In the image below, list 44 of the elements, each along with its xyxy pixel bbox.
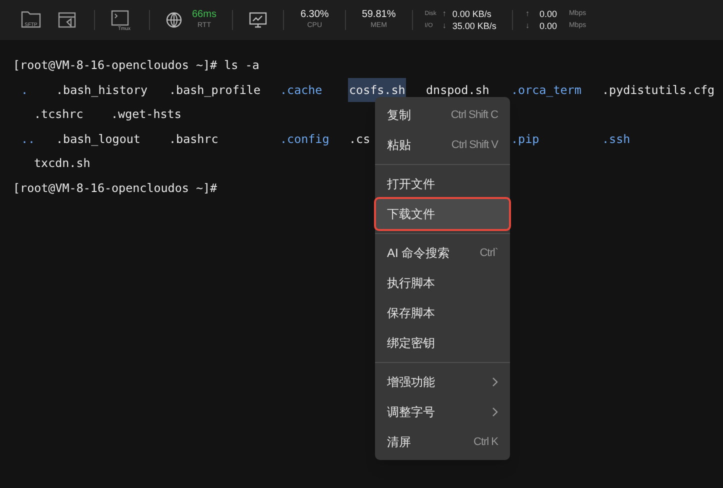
- up-arrow: ↑: [442, 8, 446, 20]
- file-name: .bash_history: [55, 82, 148, 99]
- mem-value: 59.81%: [362, 9, 396, 20]
- file-name: .tcshrc: [33, 106, 84, 124]
- directory-name: .ssh: [601, 130, 632, 148]
- disk-read-value: 0.00 KB/s: [452, 8, 492, 20]
- menu-item[interactable]: 执行脚本: [376, 268, 509, 298]
- file-name: .bash_logout: [55, 130, 142, 148]
- menu-item[interactable]: 打开文件: [376, 169, 509, 199]
- file-name: .bash_profile: [168, 82, 262, 99]
- menu-item[interactable]: 复制 Ctrl Shift C: [376, 100, 509, 130]
- menu-item[interactable]: 下载文件: [376, 199, 509, 229]
- file-name: txcdn.sh: [33, 155, 92, 172]
- directory-name: .config: [279, 130, 330, 148]
- monitor-chart-icon[interactable]: [249, 12, 268, 28]
- download-value: 0.00: [539, 20, 557, 32]
- down-arrow: ↓: [525, 20, 530, 32]
- file-name: .bashrc: [168, 130, 220, 148]
- file-name: dnspod.sh: [425, 82, 490, 99]
- menu-item[interactable]: 增强功能: [376, 367, 509, 397]
- down-arrow: ↓: [442, 20, 446, 32]
- directory-name: .: [20, 82, 30, 99]
- directory-name: ..: [20, 130, 36, 148]
- disk-write-value: 35.00 KB/s: [452, 20, 496, 32]
- upload-value: 0.00: [539, 8, 557, 20]
- menu-item[interactable]: 清屏 Ctrl K: [376, 427, 509, 457]
- menu-item[interactable]: 保存脚本: [376, 298, 509, 328]
- file-name: .pydistutils.cfg: [601, 82, 716, 99]
- directory-name: .orca_term: [510, 82, 582, 99]
- file-name: .cs: [348, 130, 372, 148]
- cpu-value: 6.30%: [300, 9, 329, 20]
- menu-item[interactable]: 绑定密钥: [376, 328, 509, 358]
- up-arrow: ↑: [525, 8, 530, 20]
- terminal-line: [root@VM-8-16-opencloudos ~]# ls -a: [13, 57, 260, 74]
- menu-item[interactable]: 粘贴 Ctrl Shift V: [376, 130, 509, 160]
- terminal-line: [root@VM-8-16-opencloudos ~]#: [13, 180, 218, 197]
- rtt-value: 66ms: [192, 9, 216, 20]
- window-button[interactable]: [58, 10, 78, 30]
- menu-item[interactable]: AI 命令搜索 Ctrl`: [376, 238, 509, 268]
- directory-name: .cache: [279, 82, 324, 99]
- globe-icon[interactable]: [166, 12, 182, 28]
- directory-name: .pip: [510, 130, 540, 148]
- menu-item[interactable]: 调整字号: [376, 397, 509, 427]
- file-name: .wget-hsts: [110, 106, 182, 124]
